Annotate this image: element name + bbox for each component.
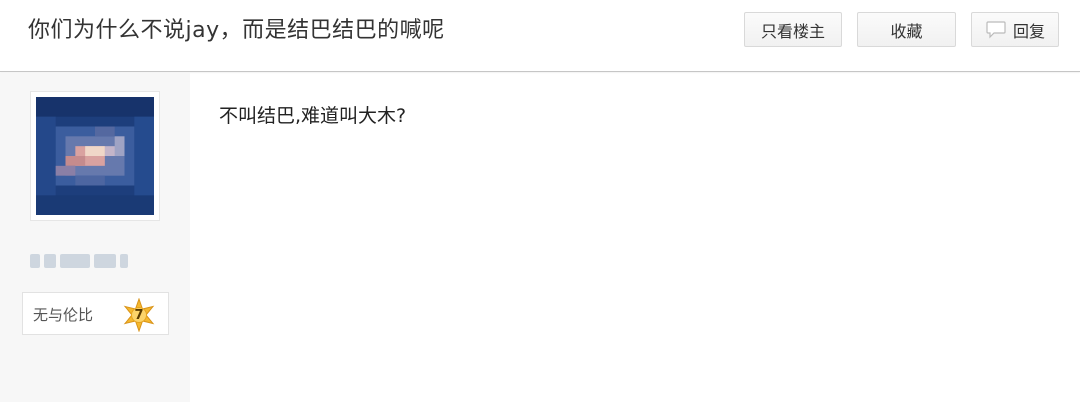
level-number: 7 [134,307,144,323]
avatar[interactable] [30,91,160,221]
reply-label: 回复 [1012,21,1045,41]
post-content: 不叫结巴,难道叫大木? [219,105,407,127]
star-badge-icon: 7 [122,297,156,333]
only-op-button[interactable]: 只看楼主 [744,12,842,47]
level-title: 无与伦比 [33,306,94,324]
username-redacted[interactable] [30,252,152,270]
favorite-label: 收藏 [890,21,923,41]
level-badge-box[interactable]: 无与伦比 7 [22,292,169,335]
reply-button[interactable]: 回复 [971,12,1059,47]
speech-bubble-icon [986,20,1006,38]
thread-header: 你们为什么不说jay，而是结巴结巴的喊呢 只看楼主 收藏 回复 [0,0,1080,72]
author-sidebar: 无与伦比 7 [0,73,190,402]
favorite-button[interactable]: 收藏 [857,12,956,47]
pixelated-avatar [36,97,154,215]
thread-title: 你们为什么不说jay，而是结巴结巴的喊呢 [28,18,445,43]
only-op-label: 只看楼主 [760,21,825,41]
